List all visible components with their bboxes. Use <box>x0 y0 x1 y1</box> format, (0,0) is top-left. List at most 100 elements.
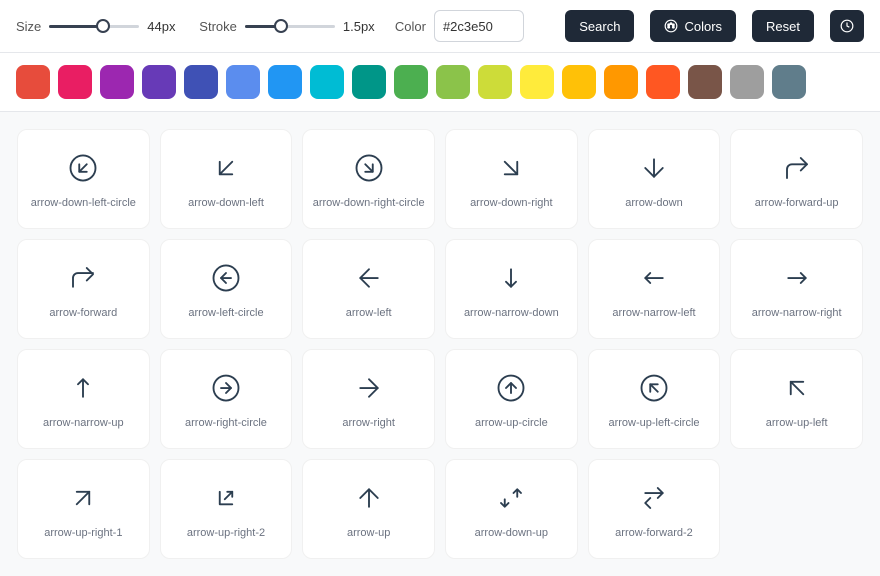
icon-label: arrow-up-circle <box>475 416 548 430</box>
size-slider[interactable] <box>49 25 139 28</box>
icon-label: arrow-up-right-2 <box>187 526 265 540</box>
arrow-down-right-icon <box>496 153 526 186</box>
color-label: Color <box>395 19 426 34</box>
icon-card-arrow-left[interactable]: arrow-left <box>302 239 435 339</box>
icon-label: arrow-down-right-circle <box>313 196 425 210</box>
search-button-label: Search <box>579 19 620 34</box>
arrow-left-circle-icon <box>211 263 241 296</box>
icon-label: arrow-forward <box>49 306 117 320</box>
icon-label: arrow-right <box>342 416 395 430</box>
size-value: 44px <box>147 19 183 34</box>
arrow-down-icon <box>639 153 669 186</box>
arrow-right-circle-icon <box>211 373 241 406</box>
arrow-left-icon <box>354 263 384 296</box>
color-swatch[interactable] <box>58 65 92 99</box>
color-swatch[interactable] <box>226 65 260 99</box>
reset-button[interactable]: Reset <box>752 10 814 42</box>
icon-card-arrow-narrow-down[interactable]: arrow-narrow-down <box>445 239 578 339</box>
icon-label: arrow-left-circle <box>188 306 263 320</box>
icon-card-arrow-up-circle[interactable]: arrow-up-circle <box>445 349 578 449</box>
arrow-down-left-icon <box>211 153 241 186</box>
icon-card-arrow-left-circle[interactable]: arrow-left-circle <box>160 239 293 339</box>
color-swatch[interactable] <box>478 65 512 99</box>
icon-card-arrow-narrow-up[interactable]: arrow-narrow-up <box>17 349 150 449</box>
icon-card-arrow-down-left[interactable]: arrow-down-left <box>160 129 293 229</box>
arrow-forward-icon <box>68 263 98 296</box>
color-swatch[interactable] <box>16 65 50 99</box>
arrow-forward-2-icon <box>639 483 669 516</box>
color-swatch[interactable] <box>436 65 470 99</box>
icon-card-arrow-down-up[interactable]: arrow-down-up <box>445 459 578 559</box>
icon-card-arrow-narrow-left[interactable]: arrow-narrow-left <box>588 239 721 339</box>
icon-card-arrow-up-right-1[interactable]: arrow-up-right-1 <box>17 459 150 559</box>
color-swatch[interactable] <box>142 65 176 99</box>
color-swatch[interactable] <box>184 65 218 99</box>
icon-card-arrow-up[interactable]: arrow-up <box>302 459 435 559</box>
color-swatch[interactable] <box>310 65 344 99</box>
arrow-up-circle-icon <box>496 373 526 406</box>
icon-label: arrow-down-left-circle <box>31 196 136 210</box>
arrow-down-up-icon <box>496 483 526 516</box>
color-swatch[interactable] <box>520 65 554 99</box>
arrow-down-left-circle-icon <box>68 153 98 186</box>
arrow-up-right-1-icon <box>68 483 98 516</box>
color-swatch[interactable] <box>688 65 722 99</box>
arrow-up-right-2-icon <box>211 483 241 516</box>
colors-button[interactable]: Colors <box>650 10 736 42</box>
icon-label: arrow-down <box>625 196 682 210</box>
icon-label: arrow-right-circle <box>185 416 267 430</box>
stroke-control: Stroke 1.5px <box>199 19 379 34</box>
icon-label: arrow-up-left-circle <box>608 416 699 430</box>
icon-card-arrow-up-right-2[interactable]: arrow-up-right-2 <box>160 459 293 559</box>
toolbar: Size 44px Stroke 1.5px Color Search <box>0 0 880 53</box>
arrow-forward-up-icon <box>782 153 812 186</box>
color-swatch[interactable] <box>394 65 428 99</box>
stroke-slider[interactable] <box>245 25 335 28</box>
icon-label: arrow-up-right-1 <box>44 526 122 540</box>
color-input-wrapper <box>434 10 524 42</box>
color-swatch[interactable] <box>772 65 806 99</box>
icon-card-arrow-up-left[interactable]: arrow-up-left <box>730 349 863 449</box>
color-control: Color <box>395 10 524 42</box>
color-swatch[interactable] <box>646 65 680 99</box>
icon-label: arrow-narrow-left <box>612 306 695 320</box>
arrow-up-left-icon <box>782 373 812 406</box>
icon-label: arrow-left <box>346 306 392 320</box>
icon-card-arrow-down-right[interactable]: arrow-down-right <box>445 129 578 229</box>
arrow-up-left-circle-icon <box>639 373 669 406</box>
icon-label: arrow-up-left <box>766 416 828 430</box>
icon-label: arrow-forward-2 <box>615 526 693 540</box>
color-swatch[interactable] <box>352 65 386 99</box>
icon-label: arrow-narrow-right <box>752 306 842 320</box>
icon-card-arrow-narrow-right[interactable]: arrow-narrow-right <box>730 239 863 339</box>
icon-card-arrow-up-left-circle[interactable]: arrow-up-left-circle <box>588 349 721 449</box>
icon-label: arrow-down-left <box>188 196 264 210</box>
color-swatch[interactable] <box>268 65 302 99</box>
colors-button-label: Colors <box>684 19 722 34</box>
icon-label: arrow-narrow-up <box>43 416 124 430</box>
color-swatch[interactable] <box>604 65 638 99</box>
icon-card-arrow-down-right-circle[interactable]: arrow-down-right-circle <box>302 129 435 229</box>
icon-card-arrow-down-left-circle[interactable]: arrow-down-left-circle <box>17 129 150 229</box>
icon-card-arrow-down[interactable]: arrow-down <box>588 129 721 229</box>
palette-icon <box>664 19 678 33</box>
icons-grid: arrow-down-left-circle arrow-down-left arr… <box>0 112 880 576</box>
icon-card-arrow-forward-2[interactable]: arrow-forward-2 <box>588 459 721 559</box>
search-button[interactable]: Search <box>565 10 634 42</box>
icon-label: arrow-narrow-down <box>464 306 559 320</box>
arrow-right-icon <box>354 373 384 406</box>
icon-card-arrow-right[interactable]: arrow-right <box>302 349 435 449</box>
color-input[interactable] <box>443 19 515 34</box>
arrow-narrow-up-icon <box>68 373 98 406</box>
arrow-narrow-left-icon <box>639 263 669 296</box>
icon-label: arrow-up <box>347 526 390 540</box>
arrow-narrow-down-icon <box>496 263 526 296</box>
color-swatch[interactable] <box>100 65 134 99</box>
history-button[interactable] <box>830 10 864 42</box>
icon-card-arrow-right-circle[interactable]: arrow-right-circle <box>160 349 293 449</box>
color-swatch[interactable] <box>730 65 764 99</box>
icon-card-arrow-forward-up[interactable]: arrow-forward-up <box>730 129 863 229</box>
color-swatch[interactable] <box>562 65 596 99</box>
reset-button-label: Reset <box>766 19 800 34</box>
icon-card-arrow-forward[interactable]: arrow-forward <box>17 239 150 339</box>
